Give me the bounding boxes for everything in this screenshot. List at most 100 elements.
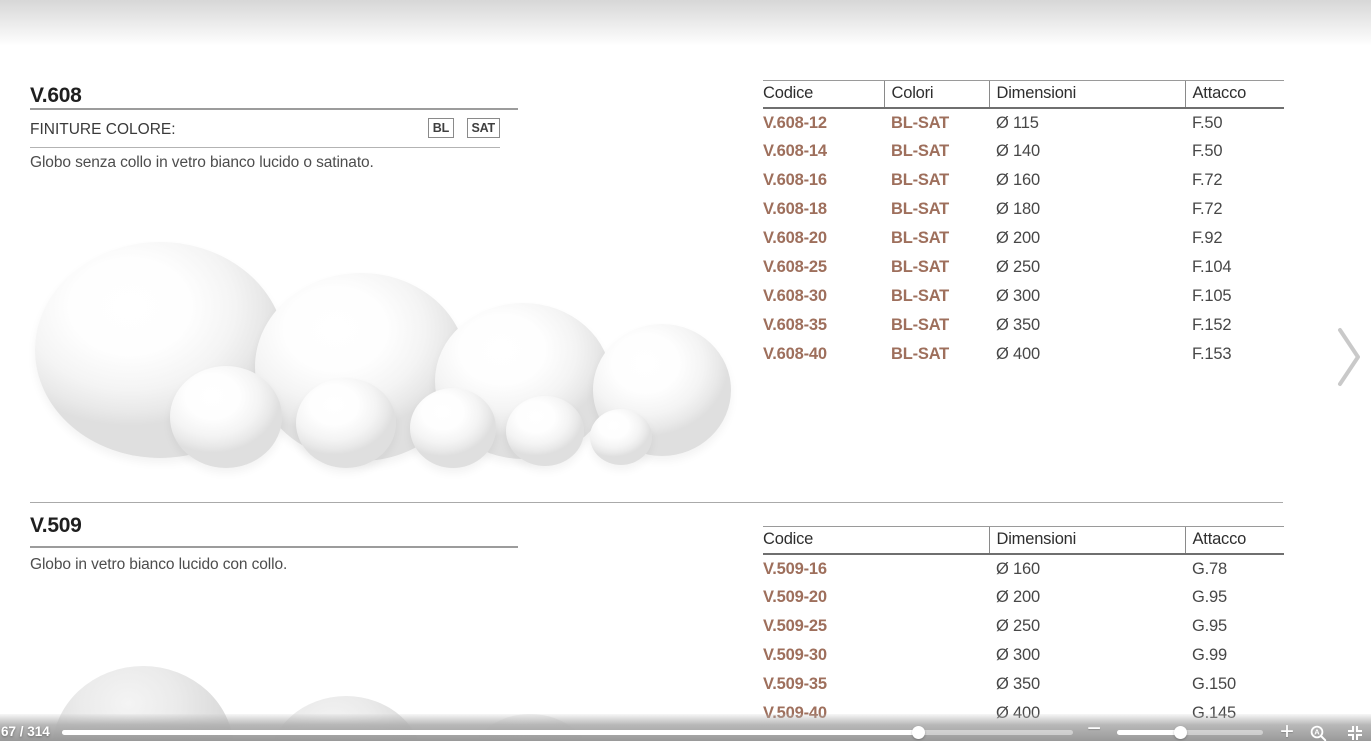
spec-table-v509: CodiceDimensioniAttaccoV.509-16Ø 160G.78… [763,526,1284,728]
finish-color-row: FINITURE COLORE: BL SAT [30,117,500,143]
globe-image [590,409,652,465]
cell-value: Ø 350 [989,670,1185,699]
table-row: V.608-40BL-SATØ 400F.153 [763,340,1284,369]
cell-code: V.608-20 [763,224,884,253]
cell-value: F.153 [1185,340,1284,369]
table-row: V.509-20Ø 200G.95 [763,583,1284,612]
column-header: Dimensioni [989,81,1185,109]
section-title-v608: V.608 [30,84,81,108]
cell-value: BL-SAT [884,340,989,369]
cell-value: Ø 180 [989,195,1185,224]
column-header: Attacco [1185,527,1284,555]
table-row: V.608-14BL-SATØ 140F.50 [763,137,1284,166]
fullscreen-icon[interactable] [1345,725,1365,741]
table-row: V.608-20BL-SATØ 200F.92 [763,224,1284,253]
table-row: V.509-25Ø 250G.95 [763,612,1284,641]
globe-image [170,366,282,468]
cell-value: Ø 160 [989,166,1185,195]
cell-value: F.72 [1185,195,1284,224]
cell-value: Ø 160 [989,554,1185,583]
cell-value: G.95 [1185,583,1284,612]
table-row: V.608-25BL-SATØ 250F.104 [763,253,1284,282]
page-scrubber-fill [62,730,918,735]
cell-value: Ø 300 [989,282,1185,311]
section-separator [30,502,1283,503]
divider [30,147,500,148]
column-header: Colori [884,81,989,109]
cell-value: Ø 350 [989,311,1185,340]
section-title-v509: V.509 [30,514,81,538]
cell-value: Ø 250 [989,253,1185,282]
cell-value: F.105 [1185,282,1284,311]
cell-value: F.72 [1185,166,1284,195]
cell-value: F.50 [1185,137,1284,166]
page-indicator: 67 / 314 [1,724,50,739]
cell-value: BL-SAT [884,166,989,195]
cell-code: V.509-30 [763,641,989,670]
divider [30,546,518,548]
cell-code: V.608-14 [763,137,884,166]
cell-value: BL-SAT [884,224,989,253]
zoom-slider[interactable] [1117,730,1263,735]
top-toolbar-shadow [0,0,1371,46]
cell-value: BL-SAT [884,311,989,340]
viewer-control-bar: 67 / 314 − + A [0,714,1371,741]
table-row: V.608-16BL-SATØ 160F.72 [763,166,1284,195]
cell-code: V.608-18 [763,195,884,224]
column-header: Codice [763,527,989,555]
table-row: V.509-30Ø 300G.99 [763,641,1284,670]
globe-image [506,396,584,466]
cell-value: Ø 140 [989,137,1185,166]
cell-value: G.99 [1185,641,1284,670]
table-row: V.608-30BL-SATØ 300F.105 [763,282,1284,311]
column-header: Dimensioni [989,527,1185,555]
table-row: V.509-35Ø 350G.150 [763,670,1284,699]
cell-value: BL-SAT [884,137,989,166]
product-photo-v608-globes [30,240,732,468]
zoom-slider-fill [1117,730,1180,735]
cell-code: V.608-12 [763,108,884,137]
badge-bl: BL [428,118,454,138]
table-row: V.608-18BL-SATØ 180F.72 [763,195,1284,224]
table-row: V.608-35BL-SATØ 350F.152 [763,311,1284,340]
cell-code: V.509-20 [763,583,989,612]
cell-value: BL-SAT [884,282,989,311]
column-header: Codice [763,81,884,109]
section-description-v608: Globo senza collo in vetro bianco lucido… [30,154,374,172]
cell-value: G.95 [1185,612,1284,641]
zoom-slider-handle[interactable] [1174,726,1187,739]
cell-value: Ø 300 [989,641,1185,670]
finish-color-label: FINITURE COLORE: [30,121,176,138]
zoom-search-icon[interactable]: A [1310,725,1327,741]
cell-code: V.608-40 [763,340,884,369]
cell-code: V.509-35 [763,670,989,699]
cell-value: G.78 [1185,554,1284,583]
cell-value: G.150 [1185,670,1284,699]
cell-value: Ø 400 [989,340,1185,369]
cell-code: V.608-25 [763,253,884,282]
cell-value: Ø 200 [989,583,1185,612]
zoom-out-button[interactable]: − [1087,717,1101,741]
svg-text:A: A [1314,728,1320,737]
section-description-v509: Globo in vetro bianco lucido con collo. [30,556,287,574]
cell-value: F.104 [1185,253,1284,282]
badge-sat: SAT [467,118,500,138]
globe-image [410,388,496,468]
cell-value: Ø 200 [989,224,1185,253]
divider [30,108,518,110]
table-row: V.509-16Ø 160G.78 [763,554,1284,583]
cell-code: V.509-25 [763,612,989,641]
zoom-in-button[interactable]: + [1280,720,1294,741]
cell-value: BL-SAT [884,108,989,137]
next-page-chevron-icon[interactable] [1337,327,1363,387]
cell-value: BL-SAT [884,253,989,282]
cell-code: V.608-16 [763,166,884,195]
column-header: Attacco [1185,81,1284,109]
cell-value: BL-SAT [884,195,989,224]
page-scrubber-handle[interactable] [912,726,925,739]
finish-badges: BL SAT [420,118,500,138]
cell-value: F.50 [1185,108,1284,137]
cell-code: V.608-30 [763,282,884,311]
cell-value: F.152 [1185,311,1284,340]
cell-value: Ø 115 [989,108,1185,137]
